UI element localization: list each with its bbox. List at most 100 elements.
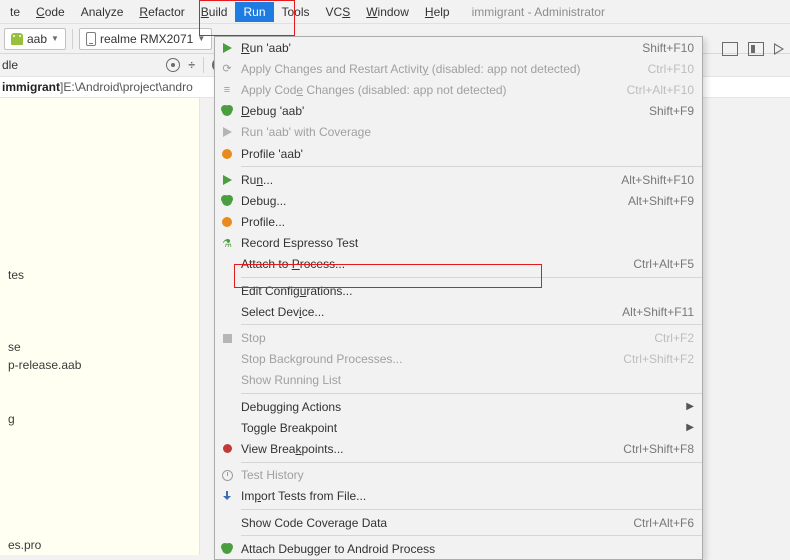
menu-item[interactable]: Profile... bbox=[215, 212, 702, 233]
tree-item[interactable] bbox=[8, 520, 191, 534]
divide-icon[interactable]: ÷ bbox=[188, 58, 195, 72]
tree-item[interactable]: se bbox=[8, 340, 191, 354]
menu-item-shortcut: Ctrl+F10 bbox=[648, 62, 694, 76]
target-icon[interactable] bbox=[166, 58, 180, 72]
menu-item[interactable]: Run...Alt+Shift+F10 bbox=[215, 169, 702, 190]
menu-item[interactable]: View Breakpoints...Ctrl+Shift+F8 bbox=[215, 438, 702, 459]
menu-tools[interactable]: Tools bbox=[274, 2, 318, 22]
tree-item[interactable] bbox=[8, 178, 191, 192]
menu-item-label: Select Device... bbox=[241, 305, 324, 319]
menu-item[interactable]: Toggle Breakpoint▶ bbox=[215, 417, 702, 438]
tree-item[interactable] bbox=[8, 232, 191, 246]
menu-vcs[interactable]: VCS bbox=[318, 2, 359, 22]
tree-item[interactable]: tes bbox=[8, 268, 191, 282]
blank-icon bbox=[220, 305, 234, 319]
menu-item[interactable]: Import Tests from File... bbox=[215, 486, 702, 507]
tree-item[interactable] bbox=[8, 124, 191, 138]
menu-item-label: Stop Background Processes... bbox=[241, 352, 402, 366]
blank-icon bbox=[220, 516, 234, 530]
tree-item[interactable]: p-release.aab bbox=[8, 358, 191, 372]
tree-item[interactable] bbox=[8, 466, 191, 480]
submenu-arrow-icon: ▶ bbox=[686, 401, 694, 412]
menu-item-label: Record Espresso Test bbox=[241, 236, 358, 250]
flask-icon: ⚗ bbox=[220, 236, 234, 250]
tree-item[interactable] bbox=[8, 394, 191, 408]
menubar: te Code Analyze Refactor Build Run Tools… bbox=[0, 0, 790, 24]
menu-item: StopCtrl+F2 bbox=[215, 327, 702, 348]
tree-item[interactable] bbox=[8, 322, 191, 336]
run-menu-dropdown: Run 'aab'Shift+F10 ⟳ Apply Changes and Res… bbox=[214, 36, 703, 560]
menu-item-label: Debug... bbox=[241, 194, 286, 208]
tree-item[interactable] bbox=[8, 142, 191, 156]
menu-item-label: Debugging Actions bbox=[241, 400, 341, 414]
menu-item: ≡Apply Code Changes (disabled: app not d… bbox=[215, 79, 702, 100]
clock-icon bbox=[220, 468, 234, 482]
right-toolbar bbox=[722, 42, 784, 56]
tree-item[interactable] bbox=[8, 160, 191, 174]
tree-item[interactable]: es.pro bbox=[8, 538, 191, 552]
run-icon[interactable] bbox=[774, 43, 784, 55]
breadcrumb-project[interactable]: immigrant bbox=[2, 80, 60, 94]
tree-item[interactable] bbox=[8, 286, 191, 300]
menu-item[interactable]: Select Device...Alt+Shift+F11 bbox=[215, 301, 702, 322]
bug-icon bbox=[220, 104, 234, 118]
device-selector[interactable]: realme RMX2071 ▼ bbox=[79, 28, 212, 50]
menu-item-label: Edit Configurations... bbox=[241, 284, 352, 298]
menu-separator bbox=[241, 535, 702, 536]
menu-item-shortcut: Alt+Shift+F10 bbox=[621, 173, 694, 187]
stop-icon bbox=[220, 331, 234, 345]
tree-item[interactable] bbox=[8, 448, 191, 462]
menu-item[interactable]: Run 'aab'Shift+F10 bbox=[215, 37, 702, 58]
menu-refactor[interactable]: Refactor bbox=[131, 2, 192, 22]
menu-truncated[interactable]: te bbox=[2, 2, 28, 22]
panel-label: dle bbox=[0, 58, 18, 72]
menu-item[interactable]: ⚗ Record Espresso Test bbox=[215, 233, 702, 254]
profiler-icon bbox=[220, 215, 234, 229]
menu-run[interactable]: Run bbox=[235, 2, 273, 22]
menu-code[interactable]: Code bbox=[28, 2, 73, 22]
menu-item[interactable]: Attach Debugger to Android Process bbox=[215, 538, 702, 559]
menu-item-label: Import Tests from File... bbox=[241, 489, 366, 503]
menu-item-label: Test History bbox=[241, 468, 304, 482]
menu-item[interactable]: Show Code Coverage DataCtrl+Alt+F6 bbox=[215, 512, 702, 533]
menu-item-shortcut: Ctrl+Shift+F2 bbox=[623, 352, 694, 366]
tree-item[interactable] bbox=[8, 484, 191, 498]
tree-item[interactable] bbox=[8, 214, 191, 228]
import-icon bbox=[220, 489, 234, 503]
toolwindow-icon[interactable] bbox=[748, 42, 764, 56]
tree-item[interactable] bbox=[8, 376, 191, 390]
tree-item[interactable] bbox=[8, 502, 191, 516]
toolwindow-icon[interactable] bbox=[722, 42, 738, 56]
android-icon bbox=[11, 33, 23, 45]
apply-changes-icon: ⟳ bbox=[220, 62, 234, 76]
menu-item-label: Apply Changes and Restart Activity (disa… bbox=[241, 62, 581, 76]
menu-item-label: Toggle Breakpoint bbox=[241, 421, 337, 435]
menu-item: ⟳ Apply Changes and Restart Activity (dis… bbox=[215, 58, 702, 79]
tree-item[interactable]: g bbox=[8, 412, 191, 426]
tree-item[interactable] bbox=[8, 430, 191, 444]
menu-item[interactable]: Edit Configurations... bbox=[215, 280, 702, 301]
menu-item[interactable]: Profile 'aab' bbox=[215, 143, 702, 164]
menu-item[interactable]: Debug 'aab'Shift+F9 bbox=[215, 101, 702, 122]
window-title: immigrant - Administrator bbox=[472, 5, 605, 19]
menu-help[interactable]: Help bbox=[417, 2, 458, 22]
menu-window[interactable]: Window bbox=[358, 2, 417, 22]
menu-item-label: Attach to Process... bbox=[241, 257, 345, 271]
breadcrumb-path[interactable]: E:\Android\project\andro bbox=[63, 80, 192, 94]
tree-item[interactable] bbox=[8, 250, 191, 264]
menu-build[interactable]: Build bbox=[193, 2, 236, 22]
menu-item[interactable]: Debug...Alt+Shift+F9 bbox=[215, 190, 702, 211]
menu-item-label: Debug 'aab' bbox=[241, 104, 304, 118]
tree-item[interactable] bbox=[8, 106, 191, 120]
blank-icon bbox=[220, 373, 234, 387]
menu-item[interactable]: Attach to Process...Ctrl+Alt+F5 bbox=[215, 254, 702, 275]
menu-analyze[interactable]: Analyze bbox=[73, 2, 132, 22]
project-tree[interactable]: tes se p-release.aab g es.pro bbox=[0, 98, 200, 555]
tree-item[interactable] bbox=[8, 196, 191, 210]
tree-item[interactable] bbox=[8, 304, 191, 318]
menu-item[interactable]: Debugging Actions ▶ bbox=[215, 396, 702, 417]
bug-icon bbox=[220, 194, 234, 208]
blank-icon bbox=[220, 421, 234, 435]
run-config-selector[interactable]: aab ▼ bbox=[4, 28, 66, 50]
menu-separator bbox=[241, 393, 702, 394]
